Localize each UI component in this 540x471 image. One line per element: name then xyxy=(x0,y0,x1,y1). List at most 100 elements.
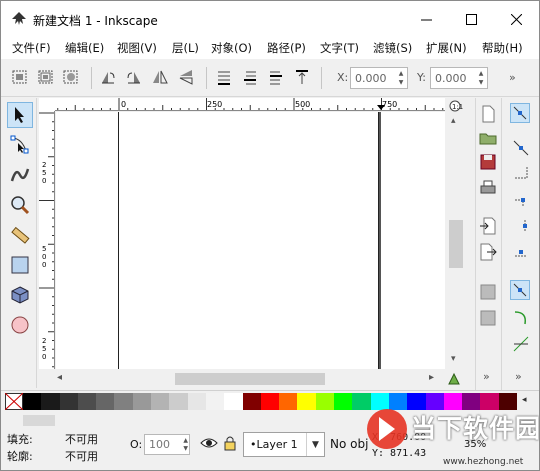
color-swatch[interactable] xyxy=(132,393,152,410)
color-swatch[interactable] xyxy=(334,393,353,410)
menu-edit[interactable]: 编辑(E) xyxy=(65,40,104,56)
layer-selector[interactable]: •Layer 1 ▼ xyxy=(243,432,325,457)
color-managed-icon[interactable] xyxy=(447,372,461,386)
maximize-button[interactable] xyxy=(449,1,494,37)
color-swatch[interactable] xyxy=(77,393,97,410)
chevron-down-icon[interactable]: ▼ xyxy=(306,433,324,456)
minimize-button[interactable] xyxy=(404,1,449,37)
opacity-spin-arrows[interactable]: ▲ ▼ xyxy=(183,437,188,453)
tweak-tool[interactable] xyxy=(7,162,33,188)
opacity-spinbox[interactable]: 100 ▲ ▼ xyxy=(144,434,190,455)
drawing-canvas[interactable] xyxy=(56,112,445,369)
scroll-right-arrow[interactable]: ▸ xyxy=(429,372,434,383)
y-input[interactable] xyxy=(431,68,475,88)
vertical-scrollbar[interactable]: 1:1 ▴ ▾ xyxy=(445,98,467,369)
opacity-value[interactable]: 100 xyxy=(149,438,170,451)
color-swatch[interactable] xyxy=(169,393,189,410)
node-tool[interactable] xyxy=(7,132,33,158)
deselect-icon[interactable] xyxy=(62,68,80,86)
snap-bbox-center-icon[interactable] xyxy=(511,242,531,262)
snap-bbox-icon[interactable] xyxy=(511,138,531,158)
vertical-ruler[interactable]: 2 5 0 5 0 0 2 5 0 xyxy=(39,111,55,369)
menu-view[interactable]: 视图(V) xyxy=(117,40,157,56)
horizontal-scrollbar[interactable]: ◂ ▸ xyxy=(39,369,467,389)
menu-extensions[interactable]: 扩展(N) xyxy=(426,40,467,56)
commands-overflow-button[interactable]: » xyxy=(483,370,490,383)
eye-icon[interactable] xyxy=(200,436,218,450)
lower-to-bottom-icon[interactable] xyxy=(215,68,233,86)
enable-snapping-button[interactable] xyxy=(510,103,530,123)
snap-bbox-edge-icon[interactable] xyxy=(511,162,531,182)
select-all-icon[interactable] xyxy=(11,68,29,86)
3d-box-tool[interactable] xyxy=(7,282,33,308)
rotate-cw-icon[interactable] xyxy=(125,68,143,86)
selector-tool[interactable] xyxy=(7,102,33,128)
undo-icon[interactable] xyxy=(478,282,498,302)
color-swatch[interactable] xyxy=(297,393,317,410)
color-swatch[interactable] xyxy=(151,393,170,410)
snap-overflow-button[interactable]: » xyxy=(515,370,522,383)
raise-to-top-icon[interactable] xyxy=(293,68,311,86)
color-swatch[interactable] xyxy=(41,393,61,410)
menu-text[interactable]: 文字(T) xyxy=(320,40,359,56)
vertical-scroll-thumb[interactable] xyxy=(449,220,463,268)
color-swatch[interactable] xyxy=(205,393,225,410)
import-icon[interactable] xyxy=(478,216,498,236)
raise-icon[interactable] xyxy=(267,68,285,86)
menu-filters[interactable]: 滤镜(S) xyxy=(373,40,412,56)
print-icon[interactable] xyxy=(478,178,498,198)
horizontal-ruler[interactable]: 0 250 500 750 xyxy=(55,98,445,111)
fill-value[interactable]: 不可用 xyxy=(65,431,98,447)
color-swatch[interactable] xyxy=(242,393,262,410)
color-swatch[interactable] xyxy=(315,393,335,410)
lower-icon[interactable] xyxy=(241,68,259,86)
lock-icon[interactable] xyxy=(223,435,237,451)
color-swatch[interactable] xyxy=(279,393,298,410)
horizontal-scroll-thumb[interactable] xyxy=(175,373,325,385)
menu-help[interactable]: 帮助(H) xyxy=(482,40,523,56)
menu-path[interactable]: 路径(P) xyxy=(267,40,306,56)
flip-vertical-icon[interactable] xyxy=(177,68,195,86)
rectangle-tool[interactable] xyxy=(7,252,33,278)
snap-bbox-midpoint-icon[interactable] xyxy=(511,216,531,236)
snap-bbox-corner-icon[interactable] xyxy=(511,190,531,210)
zoom-tool[interactable] xyxy=(7,192,33,218)
snap-intersections-icon[interactable] xyxy=(511,334,531,354)
scroll-down-arrow[interactable]: ▾ xyxy=(451,354,456,364)
color-swatch[interactable] xyxy=(187,393,207,410)
y-spinbox[interactable]: ▲▼ xyxy=(430,67,488,89)
select-all-layers-icon[interactable] xyxy=(37,68,55,86)
snap-nodes-button[interactable] xyxy=(510,280,530,300)
measure-tool[interactable] xyxy=(7,222,33,248)
flip-horizontal-icon[interactable] xyxy=(151,68,169,86)
scroll-left-arrow[interactable]: ◂ xyxy=(57,372,62,383)
color-swatch[interactable] xyxy=(23,393,42,410)
palette-menu-arrow[interactable]: ◂ xyxy=(522,395,527,405)
color-swatch[interactable] xyxy=(224,393,244,410)
y-spin-arrows[interactable]: ▲ ▼ xyxy=(476,69,486,87)
color-swatch[interactable] xyxy=(59,393,79,410)
palette-scrollbar[interactable] xyxy=(23,415,55,426)
scroll-up-arrow[interactable]: ▴ xyxy=(451,116,456,126)
x-input[interactable] xyxy=(351,68,395,88)
x-spinbox[interactable]: ▲▼ xyxy=(350,67,408,89)
redo-icon[interactable] xyxy=(478,308,498,328)
stroke-value[interactable]: 不可用 xyxy=(65,448,98,464)
color-swatch[interactable] xyxy=(96,393,115,410)
close-button[interactable] xyxy=(494,1,539,37)
zoom-fit-icon[interactable]: 1:1 xyxy=(448,99,464,113)
save-icon[interactable] xyxy=(478,152,498,172)
x-spin-arrows[interactable]: ▲ ▼ xyxy=(396,69,406,87)
menu-file[interactable]: 文件(F) xyxy=(12,40,51,56)
no-paint-swatch[interactable] xyxy=(5,393,23,410)
new-document-icon[interactable] xyxy=(478,104,498,124)
toolbar-overflow-button[interactable]: » xyxy=(509,71,516,84)
color-swatch[interactable] xyxy=(114,393,134,410)
color-swatch[interactable] xyxy=(260,393,280,410)
ellipse-tool[interactable] xyxy=(7,312,33,338)
menu-object[interactable]: 对象(O) xyxy=(211,40,252,56)
menu-layer[interactable]: 层(L) xyxy=(172,40,199,56)
rotate-ccw-icon[interactable] xyxy=(99,68,117,86)
open-folder-icon[interactable] xyxy=(478,128,498,148)
export-icon[interactable] xyxy=(478,242,498,262)
